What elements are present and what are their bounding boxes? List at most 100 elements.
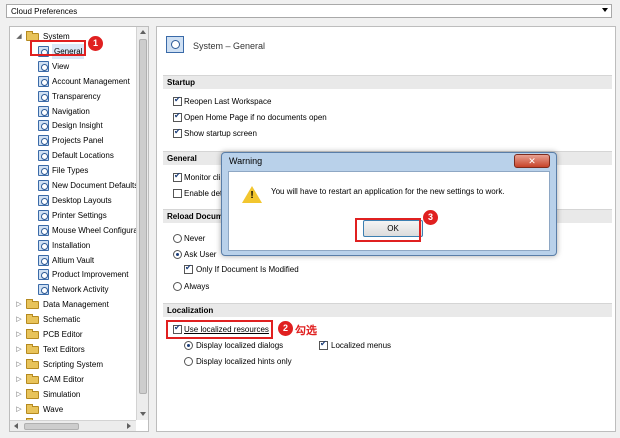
tree-folder-item[interactable]: ▷ Wave — [10, 402, 136, 417]
tree-page-item[interactable]: Default Locations — [10, 148, 136, 163]
tree-horizontal-scroll-thumb[interactable] — [24, 423, 79, 430]
section-header-localization: Localization — [163, 303, 612, 317]
folder-icon — [26, 388, 39, 399]
tree-page-item[interactable]: Mouse Wheel Configura — [10, 223, 138, 238]
reload-never-radio[interactable] — [173, 234, 182, 243]
preferences-page-icon — [38, 165, 49, 177]
monitor-checkbox[interactable] — [173, 171, 182, 182]
preferences-dropdown[interactable]: Cloud Preferences — [6, 4, 612, 18]
tree-item-label: Simulation — [43, 389, 81, 399]
callout-ok-highlight — [355, 218, 421, 242]
preferences-tree[interactable]: ◢ System General View Account Management Tran… — [9, 26, 149, 432]
callout-note: 勾选 — [295, 325, 317, 337]
collapsed-arrow-icon[interactable]: ▷ — [15, 297, 23, 312]
only-if-modified-label: Only If Document Is Modified — [196, 265, 299, 274]
show-startup-screen-checkbox[interactable] — [173, 127, 182, 138]
tree-item-label: Scripting System — [43, 359, 104, 369]
tree-page-item[interactable]: Product Improvement — [10, 267, 136, 282]
tree-page-item[interactable]: Projects Panel — [10, 133, 136, 148]
scroll-up-icon[interactable] — [140, 30, 146, 34]
only-if-modified-checkbox[interactable] — [184, 263, 193, 274]
tree-page-item[interactable]: Printer Settings — [10, 208, 136, 223]
tree-page-item[interactable]: Navigation — [10, 104, 136, 119]
tree-vertical-scrollbar[interactable] — [136, 27, 148, 420]
reopen-workspace-label: Reopen Last Workspace — [184, 97, 272, 106]
preferences-page-icon — [38, 209, 49, 221]
tree-page-item[interactable]: New Document Defaults — [10, 178, 138, 193]
localized-menus-checkbox[interactable] — [319, 339, 328, 350]
collapsed-arrow-icon[interactable]: ▷ — [15, 357, 23, 372]
preferences-page-icon — [38, 120, 49, 132]
collapsed-arrow-icon[interactable]: ▷ — [15, 372, 23, 387]
display-localized-dialogs-radio[interactable] — [184, 341, 193, 350]
tree-folder-item[interactable]: ▷ Simulation — [10, 387, 136, 402]
collapsed-arrow-icon[interactable]: ▷ — [15, 312, 23, 327]
tree-item-label: File Types — [52, 166, 89, 176]
tree-page-item[interactable]: Account Management — [10, 74, 136, 89]
tree-item-label: Product Improvement — [52, 270, 129, 280]
show-startup-screen-label: Show startup screen — [184, 129, 257, 138]
expanded-arrow-icon[interactable]: ◢ — [15, 29, 23, 44]
scroll-left-icon[interactable] — [14, 423, 18, 429]
preferences-page-icon — [38, 105, 49, 117]
preferences-page-icon — [38, 60, 49, 72]
folder-icon — [26, 314, 39, 325]
tree-folder-item[interactable]: ▷ Schematic — [10, 312, 136, 327]
reload-never-label: Never — [184, 234, 206, 243]
tree-folder-item[interactable]: ▷ Text Editors — [10, 342, 136, 357]
tree-folder-item[interactable]: ▷ PCB Editor — [10, 327, 136, 342]
scroll-down-icon[interactable] — [140, 412, 146, 416]
preferences-page-icon — [38, 135, 49, 147]
tree-folder-item[interactable]: ▷ Scripting System — [10, 357, 136, 372]
collapsed-arrow-icon[interactable]: ▷ — [15, 387, 23, 402]
tree-item-label: Transparency — [52, 91, 101, 101]
collapsed-arrow-icon[interactable]: ▷ — [15, 327, 23, 342]
preferences-page-icon — [38, 150, 49, 162]
tree-item-label: Installation — [52, 240, 91, 250]
tree-item-label: Altium Vault — [52, 255, 95, 265]
reload-always-radio[interactable] — [173, 282, 182, 291]
reload-ask-user-label: Ask User — [184, 250, 217, 259]
tree-page-item[interactable]: View — [10, 59, 136, 74]
preferences-page-icon — [38, 75, 49, 87]
preferences-page-icon — [38, 180, 49, 191]
folder-icon — [26, 329, 39, 339]
chevron-down-icon[interactable] — [602, 8, 608, 12]
tree-page-item[interactable]: Design Insight — [10, 118, 136, 133]
reload-always-label: Always — [184, 282, 210, 291]
enable-label: Enable det — [184, 189, 223, 198]
close-icon[interactable]: ✕ — [514, 154, 550, 168]
callout-badge-2: 2 — [278, 321, 293, 336]
tree-item-label: Schematic — [43, 315, 81, 325]
tree-vertical-scroll-thumb[interactable] — [139, 39, 147, 394]
dropdown-label: Cloud Preferences — [11, 7, 78, 16]
enable-checkbox[interactable] — [173, 189, 182, 198]
tree-page-item[interactable]: Transparency — [10, 89, 136, 104]
open-home-page-label: Open Home Page if no documents open — [184, 113, 327, 122]
tree-item-label: Wave — [43, 404, 64, 414]
collapsed-arrow-icon[interactable]: ▷ — [15, 342, 23, 357]
open-home-page-checkbox[interactable] — [173, 111, 182, 122]
reload-ask-user-radio[interactable] — [173, 250, 182, 259]
tree-page-item[interactable]: Installation — [10, 238, 136, 253]
tree-page-item[interactable]: File Types — [10, 163, 136, 178]
collapsed-arrow-icon[interactable]: ▷ — [15, 402, 23, 417]
display-localized-hints-label: Display localized hints only — [196, 357, 292, 366]
display-localized-hints-radio[interactable] — [184, 357, 193, 366]
preferences-page-icon — [38, 194, 49, 206]
tree-folder-item[interactable]: ▷ CAM Editor — [10, 372, 136, 387]
tree-item-label: View — [52, 61, 70, 71]
tree-item-label: Account Management — [52, 76, 130, 86]
localized-menus-label: Localized menus — [331, 341, 392, 350]
tree-page-item[interactable]: Network Activity — [10, 282, 136, 297]
tree-page-item[interactable]: Altium Vault — [10, 253, 136, 268]
scroll-right-icon[interactable] — [127, 423, 131, 429]
tree-folder-item[interactable]: ▷ Data Management — [10, 297, 136, 312]
tree-horizontal-scrollbar[interactable] — [10, 420, 136, 431]
tree-item-label: CAM Editor — [43, 374, 84, 384]
display-localized-dialogs-label: Display localized dialogs — [196, 341, 284, 350]
callout-badge-1: 1 — [88, 36, 103, 51]
reopen-workspace-checkbox[interactable] — [173, 95, 182, 106]
tree-page-item[interactable]: Desktop Layouts — [10, 193, 136, 208]
section-header-startup: Startup — [163, 75, 612, 89]
